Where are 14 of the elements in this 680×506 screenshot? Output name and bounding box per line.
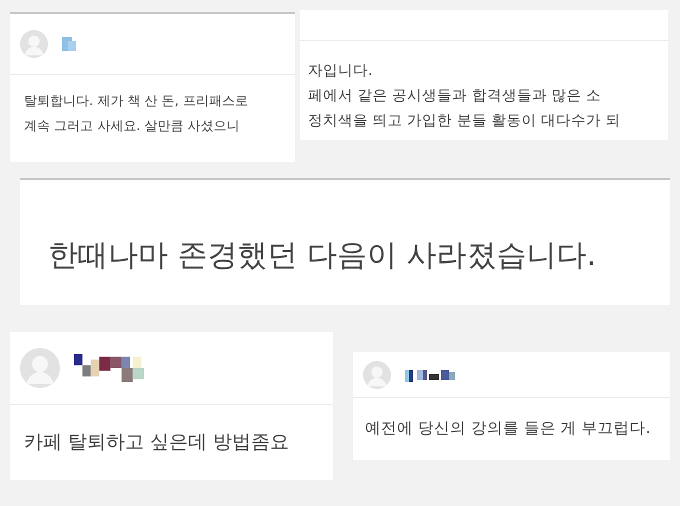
post-text: 예전에 당신의 강의를 들은 게 부끄럽다.: [365, 418, 652, 439]
post-text: 정치색을 띄고 가입한 분들 활동이 대다수가 되: [308, 112, 622, 131]
avatar-icon: [363, 360, 391, 388]
post-text: 계속 그러고 사세요. 살만큼 사셨으니: [24, 118, 241, 136]
avatar-icon: [20, 30, 48, 58]
blurred-name-drawing: [405, 368, 455, 382]
post-text: 카페 탈퇴하고 싶은데 방법좀요: [24, 430, 290, 455]
post-text: 자입니다.: [308, 62, 374, 81]
blurred-name-drawing: [62, 37, 76, 51]
avatar-icon: [20, 348, 60, 388]
blurred-name-drawing: [74, 354, 144, 382]
headline-text: 한때나마 존경했던 다음이 사라졌습니다.: [48, 237, 598, 275]
post-text: 페에서 같은 공시생들과 합격생들과 많은 소: [308, 87, 602, 106]
post-text: 탈퇴합니다. 제가 책 산 돈, 프리패스로: [24, 93, 249, 111]
